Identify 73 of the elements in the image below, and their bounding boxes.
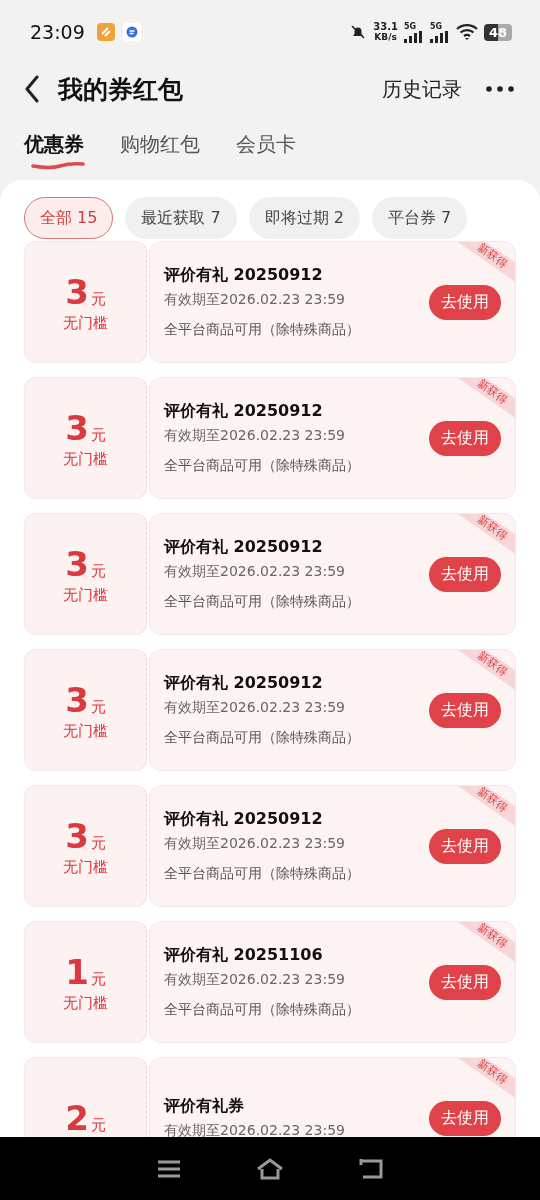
coupon-amount: 3: [65, 407, 89, 448]
coupon-title: 评价有礼 20250912: [164, 809, 324, 830]
currency-unit: 元: [90, 969, 106, 989]
filter-chip[interactable]: 平台券 7: [372, 197, 468, 239]
coupon-amount: 1: [65, 951, 89, 992]
coupon-threshold: 无门槛: [63, 585, 108, 605]
underline-swoosh: [30, 160, 86, 170]
more-button[interactable]: [484, 84, 516, 94]
coupon-threshold: 无门槛: [63, 857, 108, 877]
filter-chip[interactable]: 全部 15: [24, 197, 114, 239]
coupon-scope: 全平台商品可用（除特殊商品）: [164, 729, 360, 747]
currency-unit: 元: [90, 697, 106, 717]
currency-unit: 元: [90, 425, 106, 445]
coupon-title: 评价有礼 20250912: [164, 537, 324, 558]
coupon-validity: 有效期至2026.02.23 23:59: [164, 699, 346, 717]
tab[interactable]: 优惠券: [24, 130, 84, 166]
menu-icon: [157, 1158, 182, 1179]
network-speed: 33.1: [373, 22, 398, 32]
coupon-validity: 有效期至2026.02.23 23:59: [164, 427, 346, 445]
coupon-title: 评价有礼 20250912: [164, 401, 324, 422]
coupon-title: 评价有礼 20250912: [164, 265, 324, 286]
network-type: 5G: [403, 21, 417, 31]
coupon-scope: 全平台商品可用（除特殊商品）: [164, 321, 360, 339]
coupon-threshold: 无门槛: [63, 993, 108, 1013]
coupon-validity: 有效期至2026.02.23 23:59: [164, 563, 346, 581]
coupon-validity: 有效期至2026.02.23 23:59: [164, 291, 346, 309]
coupon-amount: 3: [65, 271, 89, 312]
coupon-scope: 全平台商品可用（除特殊商品）: [164, 457, 360, 475]
coupon-threshold: 无门槛: [63, 449, 108, 469]
more-icon: [486, 86, 514, 92]
tab[interactable]: 会员卡: [236, 130, 296, 166]
back-icon: [24, 75, 40, 103]
history-link[interactable]: 历史记录: [382, 75, 462, 103]
use-button[interactable]: 去使用: [429, 964, 501, 1000]
signal-icon: [429, 30, 450, 43]
home-icon: [256, 1157, 284, 1180]
network-type: 5G: [429, 21, 443, 31]
coupon-validity: 有效期至2026.02.23 23:59: [164, 835, 346, 853]
coupon-scope: 全平台商品可用（除特殊商品）: [164, 865, 360, 883]
clock-time: 23:09: [30, 21, 85, 43]
wifi-icon: [455, 24, 478, 40]
speed-unit: KB/s: [374, 32, 397, 42]
use-button[interactable]: 去使用: [429, 284, 501, 320]
coupon-amount: 3: [65, 815, 89, 856]
use-button[interactable]: 去使用: [429, 556, 501, 592]
coupon-title: 评价有礼 20251106: [164, 945, 324, 966]
coupon-scope: 全平台商品可用（除特殊商品）: [164, 593, 360, 611]
page-title: 我的券红包: [58, 73, 183, 106]
coupon-threshold: 无门槛: [63, 721, 108, 741]
currency-unit: 元: [90, 1116, 106, 1135]
tab[interactable]: 购物红包: [120, 130, 200, 166]
currency-unit: 元: [90, 833, 106, 853]
coupon-title: 评价有礼 20250912: [164, 673, 324, 694]
filter-chip[interactable]: 即将过期 2: [248, 197, 360, 239]
signal-icon: [403, 30, 424, 43]
coupon-validity: 有效期至2026.02.23 23:59: [164, 971, 346, 989]
coupon-amount: 3: [65, 679, 89, 720]
coupon-threshold: 无门槛: [63, 313, 108, 333]
use-button[interactable]: 去使用: [429, 1100, 501, 1136]
use-button[interactable]: 去使用: [429, 692, 501, 728]
coupon-title: 评价有礼券: [164, 1096, 245, 1117]
use-button[interactable]: 去使用: [429, 828, 501, 864]
coupon-validity: 有效期至2026.02.23 23:59: [164, 1122, 345, 1137]
filter-chip[interactable]: 最近获取 7: [125, 197, 237, 239]
chat-notification-icon: [122, 23, 141, 41]
app-notification-icon: [96, 23, 115, 41]
currency-unit: 元: [90, 561, 106, 581]
back-nav-icon: [358, 1157, 383, 1180]
coupon-amount: 2: [65, 1098, 89, 1137]
currency-unit: 元: [90, 289, 106, 309]
coupon-scope: 全平台商品可用（除特殊商品）: [164, 1001, 360, 1019]
use-button[interactable]: 去使用: [429, 420, 501, 456]
coupon-amount: 3: [65, 543, 89, 584]
